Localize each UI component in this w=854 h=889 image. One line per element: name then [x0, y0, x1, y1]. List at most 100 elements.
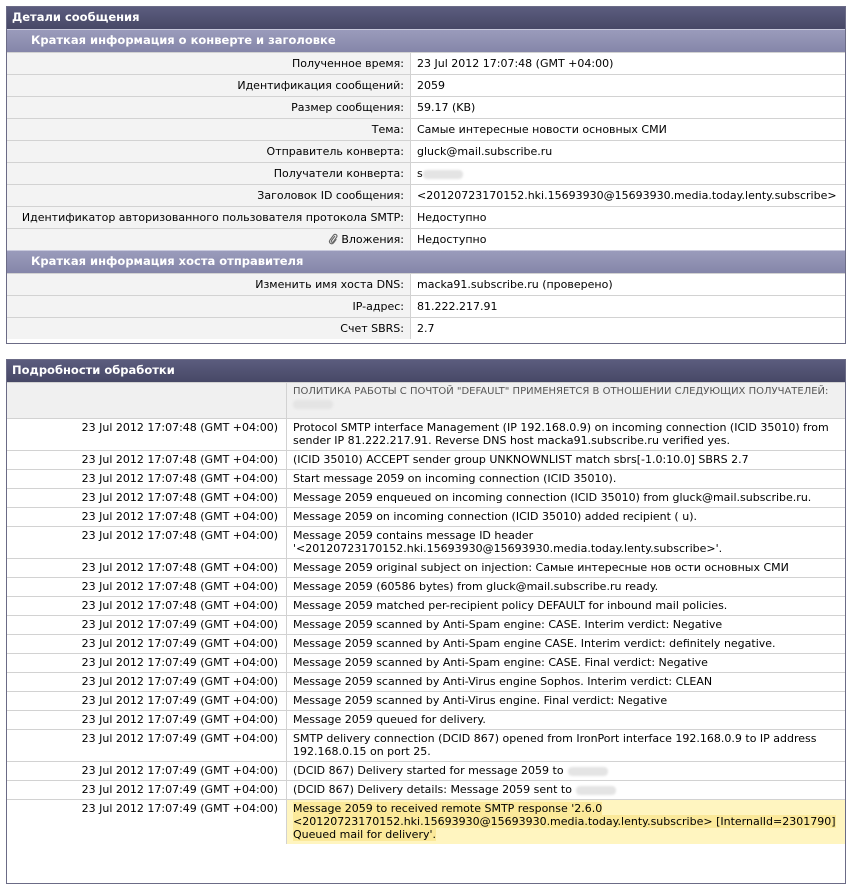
log-timestamp: 23 Jul 2012 17:07:48 (GMT +04:00) [7, 469, 287, 489]
log-message: Protocol SMTP interface Management (IP 1… [286, 418, 845, 451]
log-row: 23 Jul 2012 17:07:48 (GMT +04:00) Protoco… [7, 418, 845, 451]
log-message: Message 2059 scanned by Anti-Spam engine… [286, 615, 845, 635]
log-message: Message 2059 enqueued on incoming connec… [286, 488, 845, 508]
log-timestamp: 23 Jul 2012 17:07:48 (GMT +04:00) [7, 507, 287, 527]
detail-value: <20120723170152.hki.15693930@15693930.me… [410, 184, 845, 207]
detail-label: Изменить имя хоста DNS: [7, 273, 411, 296]
log-timestamp: 23 Jul 2012 17:07:48 (GMT +04:00) [7, 577, 287, 597]
log-message: (ICID 35010) ACCEPT sender group UNKNOWN… [286, 450, 845, 470]
log-row: 23 Jul 2012 17:07:49 (GMT +04:00) (DCID 8… [7, 761, 845, 781]
log-row: 23 Jul 2012 17:07:48 (GMT +04:00) Start m… [7, 469, 845, 489]
log-timestamp: 23 Jul 2012 17:07:48 (GMT +04:00) [7, 596, 287, 616]
paperclip-icon [329, 233, 338, 245]
log-timestamp: 23 Jul 2012 17:07:48 (GMT +04:00) [7, 450, 287, 470]
envelope-section-header: Краткая информация о конверте и заголовк… [7, 29, 845, 52]
detail-label: Отправитель конверта: [7, 140, 411, 163]
detail-row: Счет SBRS: 2.7 [7, 317, 845, 339]
log-timestamp: 23 Jul 2012 17:07:49 (GMT +04:00) [7, 615, 287, 635]
log-message: Message 2059 scanned by Anti-Spam engine… [286, 653, 845, 673]
detail-value: Недоступно [410, 228, 845, 250]
log-timestamp: 23 Jul 2012 17:07:48 (GMT +04:00) [7, 418, 287, 451]
log-row: 23 Jul 2012 17:07:48 (GMT +04:00) (ICID 3… [7, 450, 845, 470]
detail-label: Идентификация сообщений: [7, 74, 411, 97]
log-row: 23 Jul 2012 17:07:49 (GMT +04:00) Message… [7, 799, 845, 844]
detail-row: Отправитель конверта: gluck@mail.subscrib… [7, 140, 845, 163]
detail-row: Полученное время: 23 Jul 2012 17:07:48 (G… [7, 52, 845, 75]
log-message: Message 2059 contains message ID header … [286, 526, 845, 559]
log-row: 23 Jul 2012 17:07:49 (GMT +04:00) Message… [7, 691, 845, 711]
log-row: 23 Jul 2012 17:07:48 (GMT +04:00) Message… [7, 577, 845, 597]
log-row: 23 Jul 2012 17:07:49 (GMT +04:00) Message… [7, 634, 845, 654]
policy-header-row: ПОЛИТИКА РАБОТЫ С ПОЧТОЙ "DEFAULT" ПРИМЕ… [7, 382, 845, 419]
log-timestamp: 23 Jul 2012 17:07:49 (GMT +04:00) [7, 691, 287, 711]
log-row: 23 Jul 2012 17:07:48 (GMT +04:00) Message… [7, 526, 845, 559]
log-message: SMTP delivery connection (DCID 867) open… [286, 729, 845, 762]
detail-value: 2.7 [410, 317, 845, 339]
log-timestamp: 23 Jul 2012 17:07:48 (GMT +04:00) [7, 558, 287, 578]
log-timestamp: 23 Jul 2012 17:07:49 (GMT +04:00) [7, 799, 287, 844]
log-timestamp: 23 Jul 2012 17:07:49 (GMT +04:00) [7, 710, 287, 730]
log-row: 23 Jul 2012 17:07:49 (GMT +04:00) (DCID 8… [7, 780, 845, 800]
detail-value: 2059 [410, 74, 845, 97]
redacted-recipient [293, 399, 333, 409]
detail-label: Полученное время: [7, 52, 411, 75]
detail-row: Изменить имя хоста DNS: macka91.subscribe… [7, 273, 845, 296]
log-message: (DCID 867) Delivery details: Message 205… [286, 780, 845, 800]
log-row: 23 Jul 2012 17:07:49 (GMT +04:00) SMTP de… [7, 729, 845, 762]
redacted-recipient [575, 785, 616, 795]
log-message: (DCID 867) Delivery started for message … [286, 761, 845, 781]
sender-table: Изменить имя хоста DNS: macka91.subscribe… [7, 273, 845, 339]
log-message: Message 2059 (60586 bytes) from gluck@ma… [286, 577, 845, 597]
log-row: 23 Jul 2012 17:07:48 (GMT +04:00) Message… [7, 558, 845, 578]
processing-details-panel: Подробности обработки ПОЛИТИКА РАБОТЫ С … [6, 359, 846, 884]
log-message: Message 2059 matched per-recipient polic… [286, 596, 845, 616]
log-message: Message 2059 scanned by Anti-Virus engin… [286, 691, 845, 711]
log-timestamp: 23 Jul 2012 17:07:49 (GMT +04:00) [7, 761, 287, 781]
log-message: Message 2059 original subject on injecti… [286, 558, 845, 578]
log-row: 23 Jul 2012 17:07:48 (GMT +04:00) Message… [7, 488, 845, 508]
detail-row: Тема: Самые интересные новости основных С… [7, 118, 845, 141]
detail-value: Самые интересные новости основных СМИ [410, 118, 845, 141]
detail-value: Недоступно [410, 206, 845, 229]
detail-value: 59.17 (KB) [410, 96, 845, 119]
log-message: Message 2059 queued for delivery. [286, 710, 845, 730]
detail-value: gluck@mail.subscribe.ru [410, 140, 845, 163]
detail-label: Тема: [7, 118, 411, 141]
redacted-recipient [567, 766, 608, 776]
detail-label: Счет SBRS: [7, 317, 411, 339]
detail-value: 23 Jul 2012 17:07:48 (GMT +04:00) [410, 52, 845, 75]
detail-row: Вложения: Недоступно [7, 228, 845, 250]
redacted-recipient [422, 169, 463, 179]
detail-row: Получатели конверта: s [7, 162, 845, 185]
detail-row: Размер сообщения: 59.17 (KB) [7, 96, 845, 119]
detail-row: Идентификация сообщений: 2059 [7, 74, 845, 97]
log-row: 23 Jul 2012 17:07:49 (GMT +04:00) Message… [7, 615, 845, 635]
detail-label: Заголовок ID сообщения: [7, 184, 411, 207]
processing-details-title: Подробности обработки [7, 360, 845, 382]
log-message: Message 2059 to received remote SMTP res… [286, 799, 845, 844]
detail-value: s [410, 162, 845, 185]
log-row: 23 Jul 2012 17:07:49 (GMT +04:00) Message… [7, 653, 845, 673]
envelope-table: Полученное время: 23 Jul 2012 17:07:48 (G… [7, 52, 845, 250]
log-message: Start message 2059 on incoming connectio… [286, 469, 845, 489]
log-timestamp: 23 Jul 2012 17:07:49 (GMT +04:00) [7, 729, 287, 762]
detail-label: Вложения: [7, 228, 411, 250]
detail-value: 81.222.217.91 [410, 295, 845, 318]
detail-label: Идентификатор авторизованного пользовате… [7, 206, 411, 229]
message-details-panel: Детали сообщения Краткая информация о ко… [6, 6, 846, 344]
log-row: 23 Jul 2012 17:07:49 (GMT +04:00) Message… [7, 672, 845, 692]
log-row: 23 Jul 2012 17:07:48 (GMT +04:00) Message… [7, 596, 845, 616]
message-details-title: Детали сообщения [7, 7, 845, 29]
log-timestamp: 23 Jul 2012 17:07:49 (GMT +04:00) [7, 653, 287, 673]
detail-value: macka91.subscribe.ru (проверено) [410, 273, 845, 296]
detail-label: Размер сообщения: [7, 96, 411, 119]
detail-row: IP-адрес: 81.222.217.91 [7, 295, 845, 318]
log-row: 23 Jul 2012 17:07:49 (GMT +04:00) Message… [7, 710, 845, 730]
sender-section-header: Краткая информация хоста отправителя [7, 250, 845, 273]
log-timestamp: 23 Jul 2012 17:07:49 (GMT +04:00) [7, 780, 287, 800]
detail-row: Идентификатор авторизованного пользовате… [7, 206, 845, 229]
detail-label: Получатели конверта: [7, 162, 411, 185]
detail-label: IP-адрес: [7, 295, 411, 318]
log-message: Message 2059 scanned by Anti-Spam engine… [286, 634, 845, 654]
log-timestamp: 23 Jul 2012 17:07:49 (GMT +04:00) [7, 634, 287, 654]
